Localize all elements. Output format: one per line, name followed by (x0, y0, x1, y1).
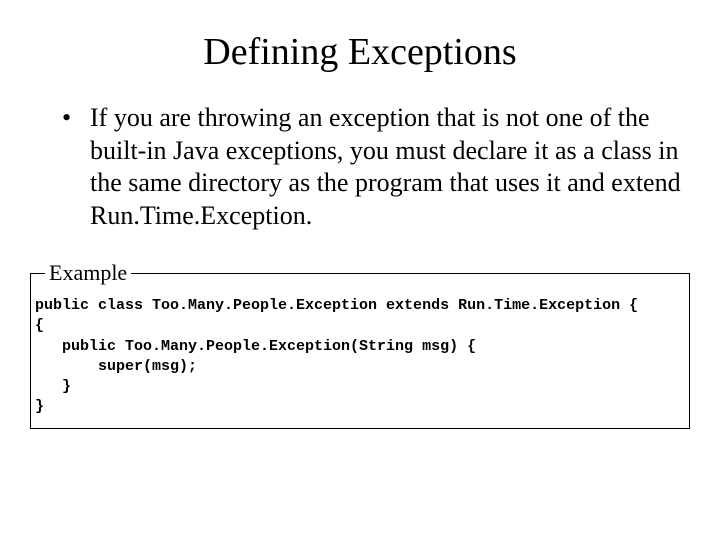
code-line: public Too.Many.People.Exception(String … (35, 338, 476, 355)
example-section: Example public class Too.Many.People.Exc… (30, 260, 690, 429)
code-block: public class Too.Many.People.Exception e… (35, 296, 685, 418)
code-line: super(msg); (35, 358, 197, 375)
slide: Defining Exceptions If you are throwing … (0, 0, 720, 540)
code-line: } (35, 398, 44, 415)
code-box: Example public class Too.Many.People.Exc… (30, 260, 690, 429)
slide-title: Defining Exceptions (30, 30, 690, 74)
code-line: public class Too.Many.People.Exception e… (35, 297, 638, 314)
example-legend: Example (45, 260, 131, 286)
bullet-list: If you are throwing an exception that is… (62, 102, 690, 232)
bullet-item: If you are throwing an exception that is… (62, 102, 690, 232)
code-line: } (35, 378, 71, 395)
code-line: { (35, 317, 44, 334)
